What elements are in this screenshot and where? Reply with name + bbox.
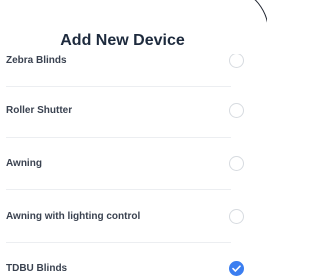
divider (6, 137, 231, 138)
radio-button[interactable] (229, 53, 244, 68)
device-option-awning-with-lighting-control[interactable]: Awning with lighting control (0, 209, 267, 230)
page-title: Add New Device (60, 32, 185, 49)
device-option-awning[interactable]: Awning (0, 156, 267, 177)
modal-header: Add New Device (0, 0, 250, 54)
device-option-zebra-blinds[interactable]: Zebra Blinds (0, 53, 267, 74)
divider (6, 242, 231, 243)
checkmark-icon (232, 265, 241, 272)
device-option-label: Roller Shutter (6, 105, 73, 116)
device-option-tdbu-blinds[interactable]: TDBU Blinds (0, 261, 267, 278)
radio-button[interactable] (229, 156, 244, 171)
device-option-roller-shutter[interactable]: Roller Shutter (0, 103, 267, 124)
radio-button[interactable] (229, 209, 244, 224)
device-option-label: TDBU Blinds (6, 263, 68, 274)
device-option-label: Awning (6, 158, 42, 169)
divider (6, 189, 231, 190)
radio-button[interactable] (229, 103, 244, 118)
add-device-screen: Zebra Blinds Roller Shutter Awning Awnin… (0, 0, 267, 278)
divider (6, 86, 231, 87)
device-option-label: Awning with lighting control (6, 211, 141, 222)
radio-button-selected[interactable] (229, 261, 244, 276)
device-option-label: Zebra Blinds (6, 55, 67, 66)
